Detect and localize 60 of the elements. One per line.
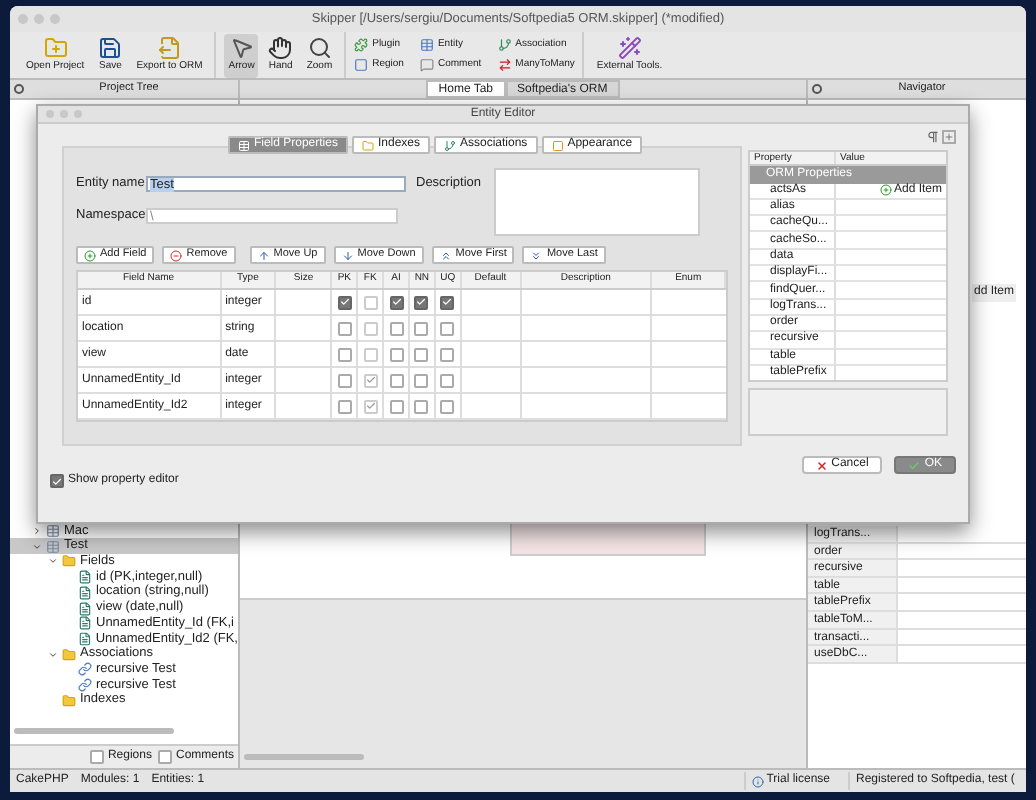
close-panel-icon[interactable] bbox=[14, 84, 24, 94]
checkbox[interactable] bbox=[337, 321, 352, 335]
tab-icon bbox=[237, 139, 250, 151]
horizontal-scrollbar[interactable] bbox=[244, 754, 364, 760]
folder-icon bbox=[62, 647, 76, 662]
wand-icon bbox=[617, 35, 642, 60]
checkbox[interactable] bbox=[389, 347, 404, 361]
hand-icon bbox=[268, 35, 293, 60]
zoom-icon bbox=[307, 35, 332, 60]
checkbox[interactable] bbox=[157, 750, 172, 764]
checkbox[interactable] bbox=[440, 399, 455, 413]
checkbox[interactable] bbox=[337, 347, 352, 361]
folder-plus-icon bbox=[43, 35, 68, 60]
info-icon bbox=[752, 775, 765, 787]
plus-icon bbox=[879, 184, 892, 197]
checkbox[interactable] bbox=[389, 321, 404, 335]
plus-icon bbox=[84, 249, 96, 261]
table-icon bbox=[419, 38, 434, 53]
checkbox[interactable] bbox=[389, 373, 404, 387]
tab-icon bbox=[444, 139, 456, 151]
tab-icon bbox=[551, 139, 564, 151]
checkbox[interactable] bbox=[50, 474, 64, 488]
checkbox[interactable] bbox=[414, 399, 429, 413]
folder-icon bbox=[62, 554, 76, 569]
checkbox[interactable] bbox=[414, 321, 429, 335]
checkbox[interactable] bbox=[337, 295, 352, 309]
arrow-up-icon bbox=[257, 249, 270, 261]
arrow-down-icon bbox=[341, 249, 354, 261]
checkbox[interactable] bbox=[440, 373, 455, 387]
arrow-pointer-icon bbox=[229, 35, 254, 60]
checkbox[interactable] bbox=[337, 373, 352, 387]
minus-icon bbox=[170, 249, 183, 261]
checkbox[interactable] bbox=[414, 347, 429, 361]
checkbox[interactable] bbox=[389, 399, 404, 413]
comment-icon bbox=[419, 57, 434, 72]
tab-icon bbox=[361, 139, 374, 151]
region-icon bbox=[354, 57, 369, 72]
property-description-field[interactable] bbox=[748, 388, 948, 436]
checkbox[interactable] bbox=[440, 347, 455, 361]
checkbox[interactable] bbox=[440, 295, 455, 309]
cross-icon bbox=[815, 459, 828, 471]
pilcrow-icon[interactable] bbox=[926, 130, 940, 144]
close-panel-icon[interactable] bbox=[812, 84, 822, 94]
double-down-icon bbox=[530, 249, 543, 261]
expanded-caret-icon bbox=[48, 649, 58, 660]
puzzle-icon bbox=[354, 38, 369, 53]
collapsed-caret-icon bbox=[32, 526, 42, 537]
checkbox[interactable] bbox=[89, 750, 104, 764]
folder-icon bbox=[62, 693, 76, 708]
plus-icon[interactable] bbox=[942, 130, 956, 144]
association-icon bbox=[497, 38, 512, 53]
checkbox[interactable] bbox=[414, 373, 429, 387]
checkbox[interactable] bbox=[389, 295, 404, 309]
file-export-icon bbox=[157, 35, 182, 60]
check-icon bbox=[908, 459, 921, 471]
checkbox[interactable] bbox=[337, 399, 352, 413]
checkbox[interactable] bbox=[440, 321, 455, 335]
many-to-many-icon bbox=[497, 57, 512, 72]
checkbox[interactable] bbox=[414, 295, 429, 309]
description-field[interactable] bbox=[494, 168, 700, 236]
